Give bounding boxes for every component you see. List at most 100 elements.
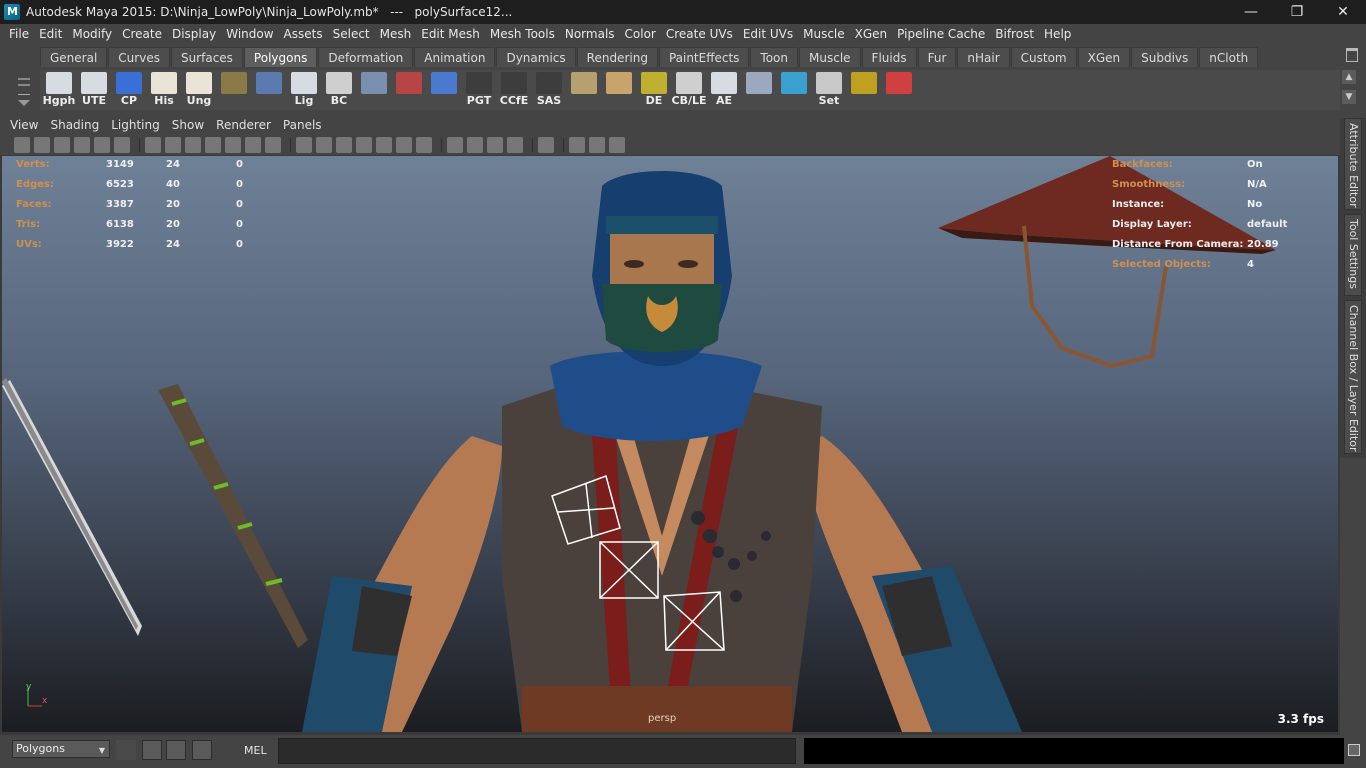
perspective-viewport[interactable]: Verts: 3149 24 0 Edges: 6523 40 0 Faces: 3387 20 0 T… [2,156,1338,732]
shelf-tab-ncloth[interactable]: nCloth [1199,47,1259,67]
shelf-tab-nhair[interactable]: nHair [957,47,1010,67]
panel-menu-panels[interactable]: Panels [277,115,328,135]
close-button[interactable]: ✕ [1320,0,1366,24]
shelf-button-curve[interactable] [427,70,461,108]
use-lights-icon[interactable] [396,137,412,153]
menu-edit-mesh[interactable]: Edit Mesh [416,24,485,44]
menu-create[interactable]: Create [117,24,167,44]
menu-window[interactable]: Window [221,24,278,44]
menu-normals[interactable]: Normals [560,24,620,44]
grid-icon[interactable] [145,137,161,153]
layout-icon[interactable] [142,740,162,760]
outliner-icon[interactable] [166,740,186,760]
shelf-tab-toon[interactable]: Toon [750,47,799,67]
shelf-button-uv-grid[interactable] [602,70,636,108]
shelf-tab-general[interactable]: General [40,47,108,67]
panel-menu-lighting[interactable]: Lighting [105,115,166,135]
shadows-icon[interactable] [416,137,432,153]
tab-tool-settings[interactable]: Tool Settings [1344,214,1362,296]
menu-muscle[interactable]: Muscle [798,24,850,44]
mel-command-input[interactable] [278,738,796,764]
wireframe-icon[interactable] [296,137,312,153]
menu-pipeline-cache[interactable]: Pipeline Cache [892,24,990,44]
trash-icon[interactable] [1346,48,1358,62]
panel-menu-show[interactable]: Show [166,115,210,135]
multisample-icon[interactable] [487,137,503,153]
image-plane-icon[interactable] [74,137,90,153]
depth-of-field-icon[interactable] [507,137,523,153]
resolution-gate-icon[interactable] [185,137,201,153]
shelf-tab-subdivs[interactable]: Subdivs [1131,47,1199,67]
shelf-tab-rendering[interactable]: Rendering [576,47,658,67]
safe-action-icon[interactable] [245,137,261,153]
menu-mesh-tools[interactable]: Mesh Tools [485,24,560,44]
shelf-button-pgt[interactable]: PGT [462,70,496,108]
shelf-options-handle[interactable] [10,48,34,108]
tab-channel-box[interactable]: Channel Box / Layer Editor [1344,300,1362,454]
menu-select[interactable]: Select [328,24,375,44]
shelf-button-cp[interactable]: CP [112,70,146,108]
textured-icon[interactable] [376,137,392,153]
shelf-tab-animation[interactable]: Animation [414,47,496,67]
menu-create-uvs[interactable]: Create UVs [661,24,738,44]
snap-icon[interactable] [116,740,136,760]
shelf-tab-custom[interactable]: Custom [1010,47,1077,67]
field-chart-icon[interactable] [225,137,241,153]
ambient-occlusion-icon[interactable] [447,137,463,153]
shelf-tab-muscle[interactable]: Muscle [799,47,861,67]
shelf-button-hgph[interactable]: Hgph [42,70,76,108]
list-icon[interactable] [192,740,212,760]
grease-pencil-icon[interactable] [114,137,130,153]
panel-menu-renderer[interactable]: Renderer [210,115,277,135]
menu-xgen[interactable]: XGen [850,24,893,44]
menu-assets[interactable]: Assets [279,24,328,44]
shelf-button-ccfe[interactable]: CCfE [497,70,531,108]
shelf-button-bc[interactable]: BC [322,70,356,108]
shelf-tab-polygons[interactable]: Polygons [243,47,318,67]
shelf-tab-surfaces[interactable]: Surfaces [170,47,243,67]
camera-attr-icon[interactable] [34,137,50,153]
menu-edit[interactable]: Edit [34,24,67,44]
shelf-button-ae[interactable]: AE [707,70,741,108]
backface-icon[interactable] [609,137,625,153]
shelf-tab-deformation[interactable]: Deformation [318,47,414,67]
menu-color[interactable]: Color [620,24,661,44]
shelf-button-ute[interactable]: UTE [77,70,111,108]
shelf-tab-dynamics[interactable]: Dynamics [496,47,576,67]
menu-help[interactable]: Help [1039,24,1076,44]
shelf-button-book[interactable] [217,70,251,108]
minimize-button[interactable]: — [1228,0,1274,24]
shelf-button-ung[interactable]: Ung [182,70,216,108]
panel-menu-view[interactable]: View [4,115,44,135]
panel-menu-shading[interactable]: Shading [44,115,105,135]
menu-file[interactable]: File [4,24,34,44]
shelf-scroll-down-icon[interactable]: ▼ [1342,90,1356,104]
shelf-button-cb-le[interactable]: CB/LE [672,70,707,108]
shelf-tab-fur[interactable]: Fur [917,47,957,67]
default-material-icon[interactable] [356,137,372,153]
gate-mask-icon[interactable] [205,137,221,153]
shelf-tab-painteffects[interactable]: PaintEffects [658,47,750,67]
isolate-select-icon[interactable] [538,137,554,153]
shelf-scroll-up-icon[interactable]: ▲ [1342,70,1356,84]
shelf-button-target[interactable] [847,70,881,108]
menu-set-select[interactable]: Polygons ▼ [12,740,110,758]
shelf-button-lig[interactable]: Lig [287,70,321,108]
shelf-button-manipulator[interactable] [357,70,391,108]
mel-label[interactable]: MEL [244,744,267,757]
bookmark-icon[interactable] [54,137,70,153]
shelf-tab-curves[interactable]: Curves [108,47,170,67]
menu-modify[interactable]: Modify [67,24,117,44]
motion-blur-icon[interactable] [467,137,483,153]
shelf-button-render[interactable] [392,70,426,108]
shelf-button-his[interactable]: His [147,70,181,108]
xray-icon[interactable] [569,137,585,153]
menu-edit-uvs[interactable]: Edit UVs [738,24,798,44]
shelf-tab-xgen[interactable]: XGen [1077,47,1131,67]
shelf-button-swirl[interactable] [777,70,811,108]
safe-title-icon[interactable] [265,137,281,153]
shelf-button-globe-select[interactable] [252,70,286,108]
shelf-button-de[interactable]: DE [637,70,671,108]
tab-attribute-editor[interactable]: Attribute Editor [1344,118,1362,210]
script-editor-icon[interactable] [1348,744,1360,756]
